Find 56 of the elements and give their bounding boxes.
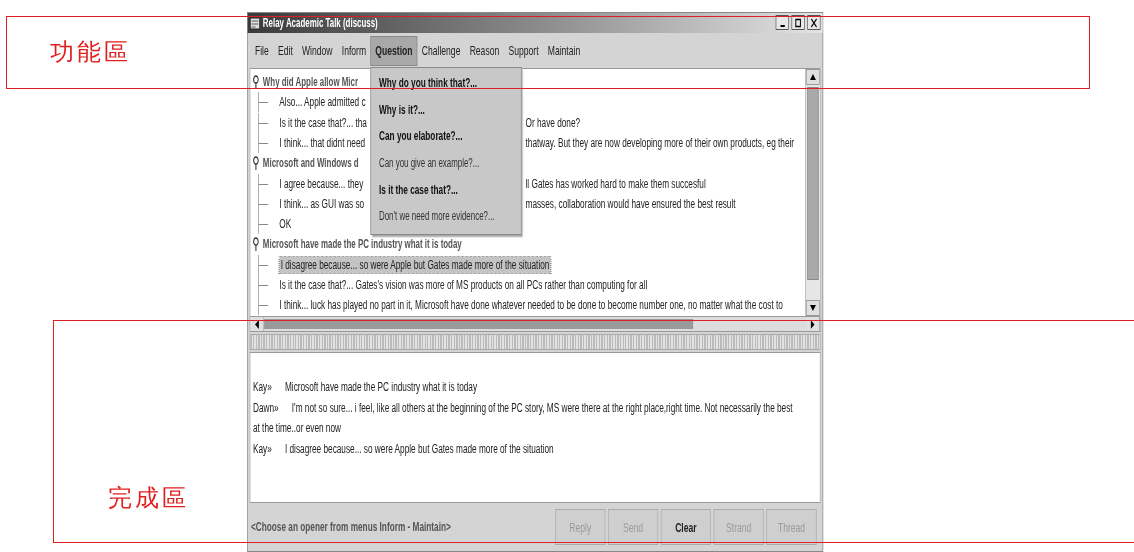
horizontal-scrollbar[interactable] [249,317,821,333]
annotation-label: 功能區 [50,38,131,67]
pin-icon [252,156,259,171]
close-button[interactable] [807,15,821,31]
topic-title[interactable]: Microsoft and Windows d [262,156,359,171]
down-arrow-icon [810,305,816,312]
maximize-button[interactable] [791,15,805,31]
close-icon [810,17,818,28]
tree-item[interactable]: OK [279,217,292,232]
maximize-icon [794,17,802,28]
menu-item[interactable]: Question [370,35,418,66]
topic-title[interactable]: Why did Apple allow Micr [262,75,359,90]
tree-item[interactable]: I think... luck has played no part in it, Microsoft have done whatever needed to be done to become number one, no matter what the cost to [279,298,783,313]
tree-item[interactable]: Is it the case that?... Gates's vision was more of MS products on all PCs rather than computing for all [279,278,648,292]
minimize-icon [779,24,785,27]
menu-option[interactable]: Why is it?... [371,96,521,124]
menu-item[interactable]: Maintain [543,35,585,66]
scroll-down-button[interactable] [806,300,820,317]
vertical-scrollbar[interactable] [805,68,820,317]
scroll-up-button[interactable] [806,68,820,85]
tree-item-text: masses, collaboration would have ensured the best result [525,196,737,211]
tree-item[interactable]: I think... as GUI was so [279,196,365,211]
tree-item[interactable]: I agree because... they [279,176,364,191]
menu-item[interactable]: Support [503,35,544,66]
left-arrow-icon [254,319,259,329]
tree-item-text: thatway. But they are now developing more of their own products, eg their [525,135,796,150]
chat-message: Dawn» I'm not so sure... i feel, like all others at the beginning of the PC story, MS were there at the right place,right time. Not necessarily the best at the time..or even now [252,399,794,438]
menu-option[interactable]: Is it the case that?... [371,176,521,203]
app-icon [249,15,261,30]
menu-option[interactable]: Can you elaborate?... [371,123,521,150]
tree-item[interactable]: Also... Apple admitted c [279,95,366,110]
annotation-label: 完成區 [108,484,189,513]
menu-item[interactable]: Inform [337,35,371,66]
menu-option[interactable]: Why do you think that?... [371,70,521,97]
up-arrow-icon [810,73,816,80]
pin-icon [252,237,259,252]
menu-item[interactable]: Reason [465,35,504,66]
window-title: Relay Academic Talk (discuss) [262,15,379,30]
tree-item-text: Or have done? [525,115,582,130]
minimize-button[interactable] [775,15,789,31]
chat-message: Kay» Microsoft have made the PC industry what it is today [252,379,479,397]
tree-item[interactable]: I disagree because... so were Apple but Gates made more of the situation [279,256,551,273]
right-arrow-icon [810,319,815,329]
tree-item[interactable]: I think... that didnt need [279,135,366,150]
tree-item[interactable]: Is it the case that?... tha [279,115,367,130]
menu-item[interactable]: Window [297,35,338,66]
topic-title[interactable]: Microsoft have made the PC industry what it is today [262,237,462,252]
chat-message: Kay» I disagree because... so were Apple but Gates made more of the situation [252,440,555,458]
status-text: <Choose an opener from menus Inform - Maintain> [250,520,452,535]
menu-item[interactable]: File [250,35,274,66]
menu-item[interactable]: Challenge [417,35,466,66]
pin-icon [252,75,259,90]
tree-item-text: ll Gates has worked hard to make them succesful [525,176,707,191]
scroll-left-button[interactable] [250,317,265,332]
menu-item[interactable]: Edit [273,35,298,66]
action-button[interactable]: Clear [660,509,711,546]
